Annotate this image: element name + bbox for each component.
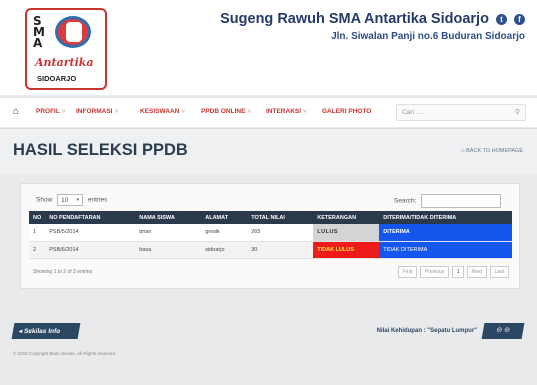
cell-total-nilai: 30 <box>247 241 314 259</box>
site-header: S M A Antartika SIDOARJO Sugeng Rawuh SM… <box>0 0 537 95</box>
cell-nama-siswa: hasa <box>135 241 202 259</box>
col-header-alamat[interactable]: ALAMAT <box>201 211 248 224</box>
pagination: First Previous 1 Next Last <box>397 266 509 278</box>
cell-no: 1 <box>29 224 46 242</box>
table-row: 1 PSB/5/2014 brian gresik 265 LULUS DITE… <box>29 224 512 242</box>
pager-first-button[interactable]: First <box>397 266 418 278</box>
nav-search-placeholder: Cari .... <box>402 109 423 116</box>
pager-previous-button[interactable]: Previous <box>419 266 450 278</box>
logo-script-text: Antartika <box>35 56 94 69</box>
nav-item-galeri-photo[interactable]: GALERI PHOTO <box>322 108 371 115</box>
home-icon[interactable]: ⌂ <box>13 106 19 117</box>
site-address: Jln. Siwalan Panji no.6 Buduran Sidoarjo <box>331 31 525 42</box>
col-header-diterima[interactable]: DITERIMA/TIDAK DITERIMA <box>379 211 512 224</box>
cell-no-pendaftaran: PSB/5/2014 <box>45 224 136 242</box>
cell-alamat: sidoarjo <box>201 241 248 259</box>
ticker-prev-icon[interactable]: ⊝ <box>496 327 503 334</box>
logo-sma-text: S M A <box>33 14 45 50</box>
cell-alamat: gresik <box>201 224 248 242</box>
back-to-homepage-link[interactable]: ⌂ BACK TO HOMEPAGE <box>461 148 523 154</box>
results-table: NO NO PENDAFTARAN NAMA SISWA ALAMAT TOTA… <box>29 211 512 259</box>
cell-no-pendaftaran: PSB/6/2014 <box>45 241 136 259</box>
logo-city-text: SIDOARJO <box>37 74 77 83</box>
ticker-text: Nilai Kehidupan : "Sepatu Lumpur" <box>376 328 477 334</box>
status-badge-lulus: LULUS <box>313 224 380 242</box>
cell-nama-siswa: brian <box>135 224 202 242</box>
site-title-text: Sugeng Rawuh SMA Antartika Sidoarjo <box>220 11 489 27</box>
pager-next-button[interactable]: Next <box>466 266 488 278</box>
cell-no: 2 <box>29 241 46 259</box>
nav-item-informasi[interactable]: INFORMASI ˅ <box>76 108 118 115</box>
page-heading-band: HASIL SELEKSI PPDB ⌂ BACK TO HOMEPAGE <box>0 128 537 174</box>
results-panel: Show 10 ▾ entries Search: NO NO PENDAFTAR… <box>20 183 520 289</box>
ticker-next-icon[interactable]: ⊝ <box>503 327 510 334</box>
nav-item-interaksi[interactable]: INTERAKSI ˅ <box>266 108 307 115</box>
col-header-total-nilai[interactable]: TOTAL NILAI <box>247 211 314 224</box>
search-icon[interactable]: ⚲ <box>515 108 520 116</box>
table-info: Showing 1 to 2 of 2 entries <box>33 269 93 275</box>
col-header-no-pendaftaran[interactable]: NO PENDAFTARAN <box>45 211 136 224</box>
show-label: Show <box>36 196 53 204</box>
show-entries-control: Show 10 ▾ entries <box>36 194 107 206</box>
status-badge-tidak-lulus: TIDAK LULUS <box>313 241 380 259</box>
logo-emblem-inner <box>66 22 82 42</box>
nav-item-profil[interactable]: PROFIL ˅ <box>36 108 66 115</box>
nav-search-input[interactable]: Cari .... ⚲ <box>396 104 526 121</box>
nav-item-kesiswaan[interactable]: KESISWAAN ˅ <box>140 108 185 115</box>
col-header-nama-siswa[interactable]: NAMA SISWA <box>135 211 202 224</box>
search-label: Search: <box>394 197 417 205</box>
ticker-controls[interactable]: ⊝ ⊝ <box>481 323 525 339</box>
entries-select[interactable]: 10 ▾ <box>57 194 84 206</box>
site-title: Sugeng Rawuh SMA Antartika Sidoarjo t f <box>220 11 525 27</box>
pager-page-1-button[interactable]: 1 <box>451 266 465 278</box>
dropdown-arrow-icon: ▾ <box>76 197 80 203</box>
facebook-icon[interactable]: f <box>514 13 525 25</box>
col-header-no[interactable]: NO <box>29 211 46 224</box>
twitter-icon[interactable]: t <box>495 13 507 25</box>
table-search-input[interactable] <box>421 194 502 208</box>
table-search: Search: <box>394 194 502 208</box>
nav-item-ppdb-online[interactable]: PPDB ONLINE ˅ <box>201 108 251 115</box>
copyright-text: © 2016 Copyright Brian Sisaan. All Right… <box>13 351 117 356</box>
table-row: 2 PSB/6/2014 hasa sidoarjo 30 TIDAK LULU… <box>29 241 512 259</box>
info-ticker-bar: ◂ Sekilas Info Nilai Kehidupan : "Sepatu… <box>0 318 537 344</box>
sekilas-info-label: ◂ Sekilas Info <box>11 323 81 339</box>
table-header-row: NO NO PENDAFTARAN NAMA SISWA ALAMAT TOTA… <box>29 211 512 224</box>
school-logo[interactable]: S M A Antartika SIDOARJO <box>25 8 107 90</box>
status-badge-tidak-diterima: TIDAK DITERIMA <box>379 241 512 259</box>
pager-last-button[interactable]: Last <box>489 266 509 278</box>
status-badge-diterima: DITERIMA <box>379 224 512 242</box>
col-header-keterangan[interactable]: KETERANGAN <box>313 211 380 224</box>
cell-total-nilai: 265 <box>247 224 314 242</box>
entries-label: entries <box>87 196 108 204</box>
page-title: HASIL SELEKSI PPDB <box>13 141 188 159</box>
main-nav: ⌂ PROFIL ˅ INFORMASI ˅ KESISWAAN ˅ PPDB ONL… <box>0 97 537 127</box>
